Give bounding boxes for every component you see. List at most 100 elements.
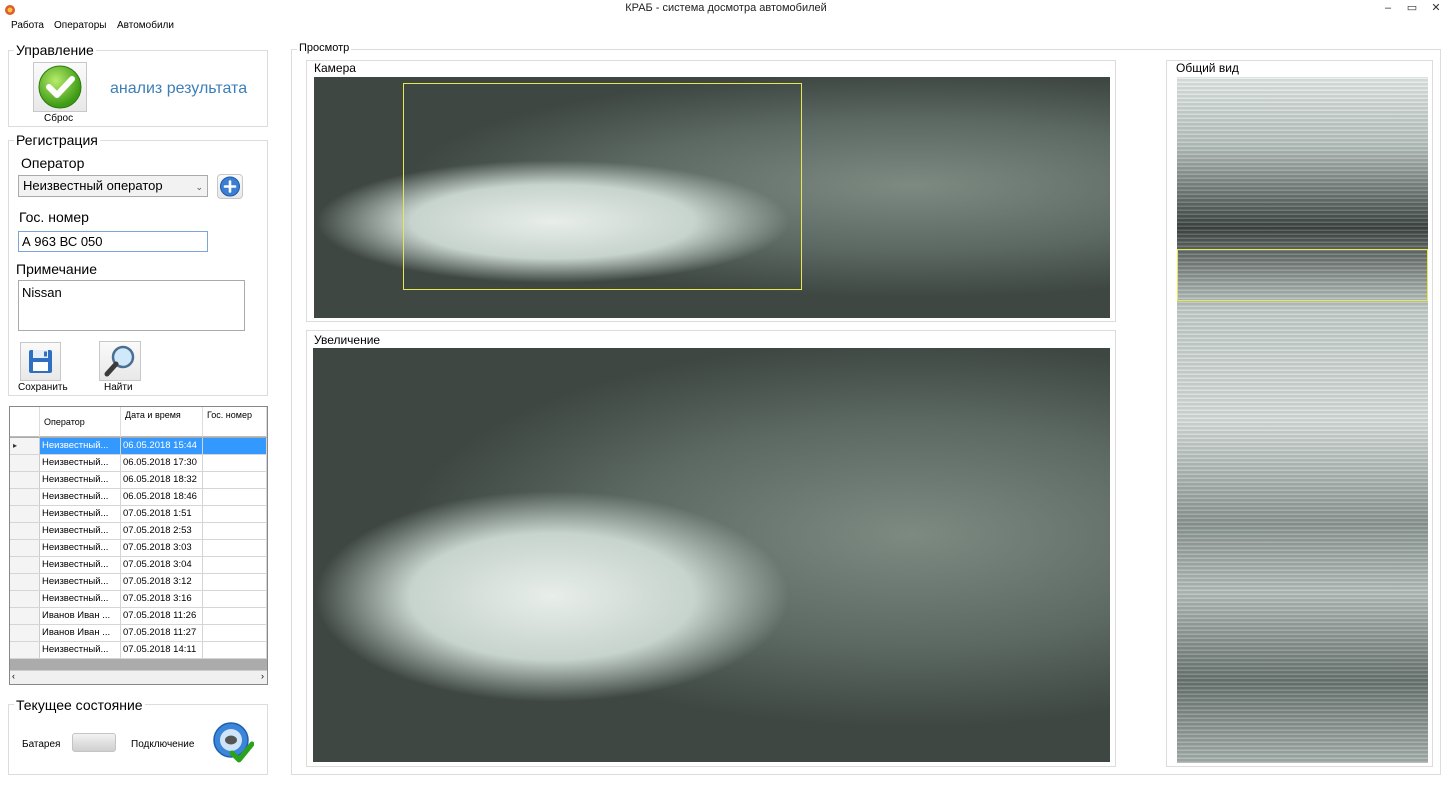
row-header[interactable] bbox=[10, 574, 40, 590]
cell-operator: Неизвестный... bbox=[40, 523, 121, 539]
checkmark-icon bbox=[38, 65, 82, 109]
cell-datetime: 07.05.2018 11:27 bbox=[121, 625, 203, 641]
overview-position-frame[interactable] bbox=[1177, 249, 1428, 301]
row-header[interactable] bbox=[10, 625, 40, 641]
maximize-button[interactable]: ▭ bbox=[1400, 0, 1424, 18]
cell-plate bbox=[203, 574, 267, 590]
scroll-right-icon[interactable]: › bbox=[261, 671, 264, 681]
cell-plate bbox=[203, 489, 267, 505]
column-header-operator[interactable]: Оператор bbox=[40, 407, 121, 437]
cell-datetime: 07.05.2018 3:16 bbox=[121, 591, 203, 607]
cell-operator: Неизвестный... bbox=[40, 591, 121, 607]
table-row[interactable]: Неизвестный... 07.05.2018 2:53 bbox=[10, 523, 267, 540]
table-row[interactable]: ▸ Неизвестный... 06.05.2018 15:44 bbox=[10, 438, 267, 455]
row-header[interactable] bbox=[10, 506, 40, 522]
records-table[interactable]: Оператор Дата и время Гос. номер ▸ Неизве… bbox=[9, 406, 268, 685]
table-row[interactable]: Неизвестный... 06.05.2018 18:46 bbox=[10, 489, 267, 506]
reset-label: Сброс bbox=[44, 113, 74, 124]
table-row[interactable]: Неизвестный... 06.05.2018 17:30 bbox=[10, 455, 267, 472]
operator-label: Оператор bbox=[21, 155, 85, 171]
cell-plate bbox=[203, 625, 267, 641]
camera-label: Камера bbox=[314, 61, 356, 75]
scroll-left-icon[interactable]: ‹ bbox=[12, 671, 15, 681]
cell-operator: Неизвестный... bbox=[40, 455, 121, 471]
row-header-corner bbox=[10, 407, 40, 437]
table-row[interactable]: Неизвестный... 06.05.2018 18:32 bbox=[10, 472, 267, 489]
operator-select[interactable]: Неизвестный оператор ⌄ bbox=[18, 175, 208, 197]
save-label: Сохранить bbox=[18, 382, 68, 393]
camera-image[interactable] bbox=[314, 77, 1110, 318]
battery-label: Батарея bbox=[22, 739, 61, 750]
row-header[interactable] bbox=[10, 608, 40, 624]
plate-label: Гос. номер bbox=[19, 209, 89, 225]
menu-work[interactable]: Работа bbox=[11, 20, 44, 31]
cell-operator: Неизвестный... bbox=[40, 438, 121, 454]
cell-plate bbox=[203, 455, 267, 471]
overview-label: Общий вид bbox=[1176, 61, 1239, 75]
reset-button[interactable] bbox=[33, 62, 87, 112]
cell-operator: Неизвестный... bbox=[40, 642, 121, 658]
minimize-button[interactable]: – bbox=[1376, 0, 1400, 18]
row-header[interactable] bbox=[10, 489, 40, 505]
note-label: Примечание bbox=[16, 261, 98, 277]
row-header[interactable] bbox=[10, 540, 40, 556]
table-row[interactable]: Неизвестный... 07.05.2018 1:51 bbox=[10, 506, 267, 523]
battery-indicator-icon bbox=[72, 733, 116, 752]
note-textarea[interactable]: Nissan bbox=[18, 280, 245, 331]
table-row[interactable]: Неизвестный... 07.05.2018 14:11 bbox=[10, 642, 267, 659]
row-header[interactable] bbox=[10, 523, 40, 539]
column-header-plate[interactable]: Гос. номер bbox=[203, 407, 267, 437]
cell-plate bbox=[203, 523, 267, 539]
table-row[interactable]: Неизвестный... 07.05.2018 3:04 bbox=[10, 557, 267, 574]
row-header[interactable]: ▸ bbox=[10, 438, 40, 454]
menu-cars[interactable]: Автомобили bbox=[117, 20, 174, 31]
row-header[interactable] bbox=[10, 455, 40, 471]
cell-plate bbox=[203, 540, 267, 556]
view-group-title: Просмотр bbox=[297, 42, 352, 54]
table-row[interactable]: Неизвестный... 07.05.2018 3:12 bbox=[10, 574, 267, 591]
overview-image[interactable] bbox=[1177, 77, 1428, 763]
table-row[interactable]: Иванов Иван ... 07.05.2018 11:27 bbox=[10, 625, 267, 642]
find-button[interactable] bbox=[99, 341, 141, 381]
horizontal-scrollbar[interactable]: ‹ › bbox=[10, 670, 267, 684]
cell-plate bbox=[203, 557, 267, 573]
cell-datetime: 06.05.2018 18:32 bbox=[121, 472, 203, 488]
cell-plate bbox=[203, 642, 267, 658]
close-button[interactable]: ✕ bbox=[1424, 0, 1448, 18]
save-button[interactable] bbox=[20, 342, 61, 381]
cell-operator: Неизвестный... bbox=[40, 472, 121, 488]
find-label: Найти bbox=[104, 382, 133, 393]
state-group-title: Текущее состояние bbox=[14, 697, 145, 713]
cell-plate bbox=[203, 608, 267, 624]
cell-operator: Неизвестный... bbox=[40, 489, 121, 505]
roi-frame[interactable] bbox=[403, 83, 802, 290]
cell-plate bbox=[203, 472, 267, 488]
cell-operator: Неизвестный... bbox=[40, 557, 121, 573]
cell-operator: Иванов Иван ... bbox=[40, 608, 121, 624]
zoom-image[interactable] bbox=[313, 348, 1110, 762]
cell-operator: Иванов Иван ... bbox=[40, 625, 121, 641]
row-header[interactable] bbox=[10, 642, 40, 658]
menu-operators[interactable]: Операторы bbox=[54, 20, 106, 31]
plate-input[interactable]: А 963 ВС 050 bbox=[18, 231, 208, 252]
row-header[interactable] bbox=[10, 472, 40, 488]
column-header-datetime[interactable]: Дата и время bbox=[121, 407, 203, 437]
cell-datetime: 07.05.2018 2:53 bbox=[121, 523, 203, 539]
add-operator-button[interactable] bbox=[217, 174, 243, 199]
cell-operator: Неизвестный... bbox=[40, 574, 121, 590]
table-row[interactable]: Иванов Иван ... 07.05.2018 11:26 bbox=[10, 608, 267, 625]
registration-group-title: Регистрация bbox=[14, 132, 100, 148]
menu-bar bbox=[0, 18, 1452, 35]
row-header[interactable] bbox=[10, 557, 40, 573]
floppy-disk-icon bbox=[29, 350, 52, 373]
chevron-down-icon: ⌄ bbox=[195, 182, 203, 192]
table-row[interactable]: Неизвестный... 07.05.2018 3:16 bbox=[10, 591, 267, 608]
row-header[interactable] bbox=[10, 591, 40, 607]
cell-datetime: 06.05.2018 15:44 bbox=[121, 438, 203, 454]
connection-ok-icon bbox=[212, 720, 255, 764]
cell-plate bbox=[203, 591, 267, 607]
plus-icon bbox=[220, 176, 240, 197]
cell-plate bbox=[203, 506, 267, 522]
table-row[interactable]: Неизвестный... 07.05.2018 3:03 bbox=[10, 540, 267, 557]
cell-datetime: 06.05.2018 17:30 bbox=[121, 455, 203, 471]
